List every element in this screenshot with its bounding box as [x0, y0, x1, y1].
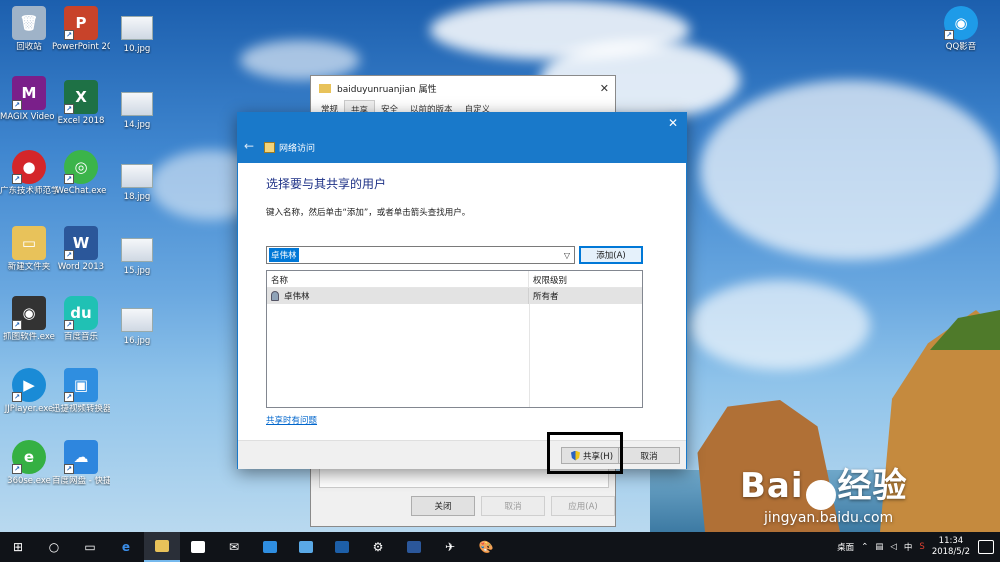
desktop-icon-recycle-bin[interactable]: 🗑 回收站	[0, 6, 58, 52]
baidu-jingyan-watermark: Bai 经验 jingyan.baidu.com	[740, 466, 908, 526]
taskbar: ⊞ ○ ▭ e ✉ ⚙ ✈ 🎨 桌面 ⌃ ▤ ◁ 中 S 11:34 2018/…	[0, 532, 1000, 562]
tray-desktop-label[interactable]: 桌面	[837, 541, 854, 553]
store-icon[interactable]	[180, 532, 216, 562]
mail-icon[interactable]: ✉	[216, 532, 252, 562]
player-icon: ▶ ↗	[12, 368, 46, 402]
desktop-icon-baidu-music[interactable]: du ↗ 百度音乐	[52, 296, 110, 342]
image-thumbnail-icon	[121, 308, 153, 332]
desktop-icon-qqplayer[interactable]: ◉ ↗ QQ影音	[932, 6, 990, 52]
browser-icon: e ↗	[12, 440, 46, 474]
sharing-trouble-link[interactable]: 共享时有问题	[266, 414, 317, 426]
dialog-cancel-button[interactable]: 取消	[618, 447, 680, 464]
desktop-file-18jpg[interactable]: 18.jpg	[108, 160, 166, 202]
taskbar-app-icon[interactable]	[252, 532, 288, 562]
recycle-bin-icon: 🗑	[12, 6, 46, 40]
desktop-icon-video-converter[interactable]: ▣ ↗ 迅捷视频转换器	[52, 368, 110, 414]
notification-icon[interactable]	[978, 540, 994, 554]
system-tray: 桌面 ⌃ ▤ ◁ 中 S	[837, 541, 932, 553]
desktop-icon-powerpoint[interactable]: P↗ PowerPoint 2013	[52, 6, 110, 52]
desktop-icon-360se[interactable]: e ↗ 360se.exe	[0, 440, 58, 486]
close-icon[interactable]: ✕	[600, 82, 609, 95]
dialog-title: 网络访问	[279, 144, 316, 154]
ime-label[interactable]: 中	[904, 541, 913, 553]
desktop-icon-baidu-netdisk[interactable]: ☁↗ 百度网盘 - 快捷方式	[52, 440, 110, 486]
table-row[interactable]: 卓伟林 所有者	[267, 288, 642, 304]
windows-start-icon[interactable]: ⊞	[0, 532, 36, 562]
task-view-icon[interactable]: ▭	[72, 532, 108, 562]
network-access-dialog: ✕ ← 网络访问 选择要与其共享的用户 键入名称，然后单击“添加”，或者单击箭头…	[237, 112, 687, 469]
desktop-icon-jjplayer[interactable]: ▶ ↗ JJPlayer.exe	[0, 368, 58, 414]
close-icon[interactable]: ✕	[668, 116, 678, 130]
edge-icon[interactable]: e	[108, 532, 144, 562]
clock[interactable]: 11:34 2018/5/2	[932, 536, 970, 558]
cancel-button[interactable]: 取消	[481, 496, 545, 516]
network-status-icon[interactable]: ▤	[875, 542, 883, 552]
powerpoint-icon: P ↗	[64, 6, 98, 40]
desktop-icon-gdut[interactable]: ●↗ 广东技术师范学院认...	[0, 150, 58, 196]
chevron-down-icon[interactable]: ▽	[560, 251, 574, 260]
apply-button[interactable]: 应用(A)	[551, 496, 615, 516]
desktop-file-15jpg[interactable]: 15.jpg	[108, 234, 166, 276]
image-thumbnail-icon	[121, 164, 153, 188]
desktop-file-14jpg[interactable]: 14.jpg	[108, 88, 166, 130]
paw-logo-icon	[805, 479, 836, 510]
image-thumbnail-icon	[121, 92, 153, 116]
settings-icon[interactable]: ⚙	[360, 532, 396, 562]
user-name-combobox[interactable]: 卓伟林 ▽	[266, 246, 575, 264]
image-thumbnail-icon	[121, 238, 153, 262]
column-name[interactable]: 名称	[267, 271, 529, 287]
user-icon	[271, 291, 279, 301]
desktop-icon-magix[interactable]: M↗ MAGIX Video Pro X	[0, 76, 58, 122]
cloud-icon: ☁ ↗	[64, 440, 98, 474]
close-button[interactable]: 关闭	[411, 496, 475, 516]
back-arrow-icon[interactable]: ←	[244, 139, 254, 153]
properties-titlebar: baiduyunruanjian 属性 ✕	[311, 76, 615, 100]
desktop-file-10jpg[interactable]: 10.jpg	[108, 12, 166, 54]
app-icon: ● ↗	[12, 150, 46, 184]
properties-title: baiduyunruanjian 属性	[337, 84, 437, 95]
folder-icon: ▭	[12, 226, 46, 260]
tray-chevron-icon[interactable]: ⌃	[861, 542, 868, 552]
taskbar-app-icon[interactable]	[324, 532, 360, 562]
user-name-value: 卓伟林	[269, 248, 299, 262]
add-button[interactable]: 添加(A)	[579, 246, 643, 264]
dialog-instruction: 键入名称，然后单击“添加”，或者单击箭头查找用户。	[266, 208, 471, 218]
word-icon[interactable]	[396, 532, 432, 562]
file-explorer-icon[interactable]	[144, 532, 180, 562]
excel-icon: X ↗	[64, 80, 98, 114]
desktop-icon-wechat[interactable]: ◎ ↗ WeChat.exe	[52, 150, 110, 196]
permission-cell[interactable]: 所有者	[529, 288, 642, 304]
taskbar-app-icon[interactable]: ✈	[432, 532, 468, 562]
desktop-icon-screenshot[interactable]: ◉ ↗ 抓图软件.exe	[0, 296, 58, 342]
magix-icon: M ↗	[12, 76, 46, 110]
cortana-icon[interactable]: ○	[36, 532, 72, 562]
desktop-icon-new-folder[interactable]: ▭ 新建文件夹	[0, 226, 58, 272]
list-header: 名称 权限级别	[267, 271, 642, 288]
volume-icon[interactable]: ◁	[890, 542, 897, 552]
dialog-heading: 选择要与其共享的用户	[266, 177, 387, 191]
desktop-icon-word[interactable]: W ↗ Word 2013	[52, 226, 110, 272]
user-list: 名称 权限级别 卓伟林 所有者	[266, 270, 643, 408]
qqplayer-icon: ◉ ↗	[944, 6, 978, 40]
network-icon	[264, 142, 275, 153]
column-permission[interactable]: 权限级别	[529, 271, 642, 287]
desktop-icon-excel[interactable]: X ↗ Excel 2018	[52, 80, 110, 126]
user-name-cell: 卓伟林	[284, 292, 310, 302]
wechat-icon: ◎ ↗	[64, 150, 98, 184]
camera-icon: ◉ ↗	[12, 296, 46, 330]
annotation-highlight-box	[547, 432, 623, 474]
word-icon: W ↗	[64, 226, 98, 260]
taskbar-app-icon[interactable]	[288, 532, 324, 562]
sogou-icon[interactable]: S	[919, 542, 924, 552]
desktop-file-16jpg[interactable]: 16.jpg	[108, 304, 166, 346]
taskbar-app-icon[interactable]: 🎨	[468, 532, 504, 562]
image-thumbnail-icon	[121, 16, 153, 40]
dialog-header: ✕ ← 网络访问	[238, 113, 686, 163]
video-camera-icon: ▣ ↗	[64, 368, 98, 402]
folder-icon	[319, 83, 331, 93]
music-icon: du ↗	[64, 296, 98, 330]
